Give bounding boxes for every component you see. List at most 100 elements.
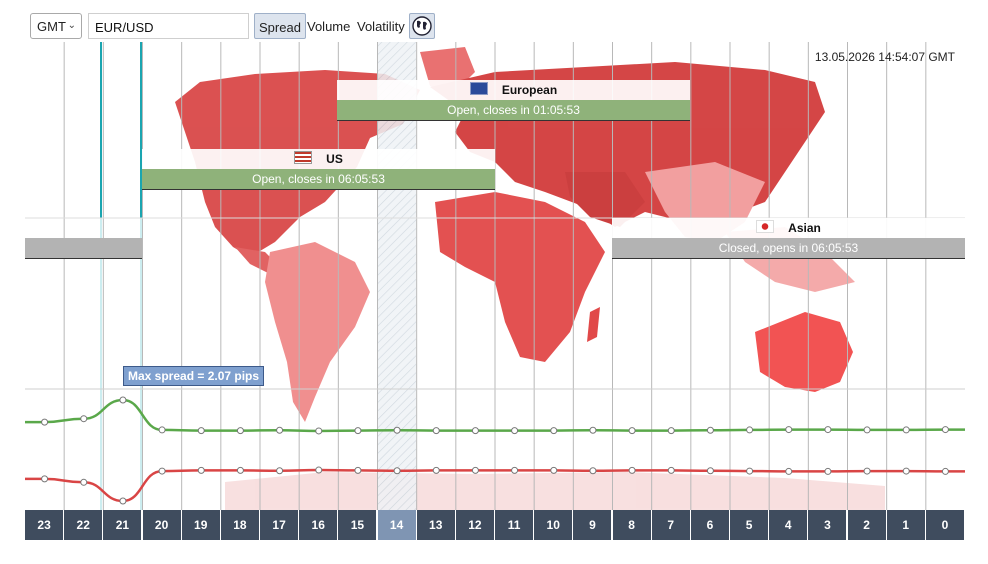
hour-cell-8[interactable]: 8 [612,510,652,540]
eu-flag-icon [469,82,488,95]
us-session-header: US [142,149,495,169]
spread-data-point[interactable] [119,497,127,505]
spread-data-point[interactable] [158,426,166,434]
hour-cell-23[interactable]: 23 [25,510,65,540]
spread-data-point[interactable] [236,427,244,435]
spread-data-point[interactable] [863,467,871,475]
spread-data-point[interactable] [236,466,244,474]
spread-data-point[interactable] [276,467,284,475]
spread-data-point[interactable] [158,467,166,475]
spread-data-point[interactable] [432,466,440,474]
asian-session-status[interactable]: Closed, opens in 06:05:53 [612,238,965,259]
hour-cell-9[interactable]: 9 [573,510,613,540]
asian-session-header: Asian [612,218,965,238]
hour-cell-16[interactable]: 16 [299,510,339,540]
map-antarctica [225,472,885,510]
spread-data-point[interactable] [354,466,362,474]
spread-data-point[interactable] [706,467,714,475]
spread-data-point[interactable] [119,396,127,404]
map-madagascar [587,307,600,342]
spread-data-point[interactable] [511,466,519,474]
spread-data-point[interactable] [746,467,754,475]
current-timestamp: 13.05.2026 14:54:07 GMT [814,50,955,64]
spread-data-point[interactable] [41,475,49,483]
hour-cell-14[interactable]: 14 [377,510,417,540]
spread-data-point[interactable] [471,466,479,474]
european-session-name: European [501,83,558,97]
spread-data-point[interactable] [824,467,832,475]
spread-data-point[interactable] [706,426,714,434]
spread-data-point[interactable] [941,426,949,434]
timezone-value: GMT [37,19,66,34]
spread-data-point[interactable] [902,426,910,434]
japan-flag-icon [756,220,775,233]
volatility-button[interactable]: Volatility [353,13,409,39]
hour-cell-5[interactable]: 5 [730,510,770,540]
us-session-status[interactable]: Open, closes in 06:05:53 [142,169,495,190]
hour-cell-3[interactable]: 3 [808,510,848,540]
hour-cell-20[interactable]: 20 [142,510,182,540]
spread-data-point[interactable] [354,427,362,435]
spread-data-point[interactable] [550,466,558,474]
spread-data-point[interactable] [80,478,88,486]
hour-cell-11[interactable]: 11 [495,510,535,540]
hour-cell-4[interactable]: 4 [769,510,809,540]
spread-data-point[interactable] [393,467,401,475]
hour-cell-15[interactable]: 15 [338,510,378,540]
hour-cell-0[interactable]: 0 [925,510,965,540]
spread-data-point[interactable] [863,426,871,434]
hour-cell-10[interactable]: 10 [534,510,574,540]
toolbar: GMT ⌄ EUR/USD Spread Volume Volatility [30,12,450,40]
spread-data-point[interactable] [315,427,323,435]
spread-data-point[interactable] [785,467,793,475]
globe-toggle-button[interactable] [409,13,435,39]
globe-icon [412,16,432,36]
hour-cell-2[interactable]: 2 [847,510,887,540]
timezone-select[interactable]: GMT ⌄ [30,13,82,39]
hour-cell-17[interactable]: 17 [260,510,300,540]
spread-data-point[interactable] [511,427,519,435]
spread-data-point[interactable] [550,427,558,435]
spread-button[interactable]: Spread [254,13,306,39]
spread-data-point[interactable] [746,426,754,434]
hour-cell-18[interactable]: 18 [220,510,260,540]
spread-data-point[interactable] [197,466,205,474]
hour-cell-19[interactable]: 19 [181,510,221,540]
spread-data-point[interactable] [589,426,597,434]
spread-data-point[interactable] [902,467,910,475]
spread-data-point[interactable] [471,427,479,435]
volume-button[interactable]: Volume [303,13,354,39]
spread-data-point[interactable] [432,427,440,435]
hour-cell-21[interactable]: 21 [103,510,143,540]
asian-session-status-wrap [25,238,142,259]
hour-cell-6[interactable]: 6 [690,510,730,540]
spread-data-point[interactable] [589,467,597,475]
spread-data-point[interactable] [41,418,49,426]
european-session-status[interactable]: Open, closes in 01:05:53 [337,100,690,121]
currency-pair-input[interactable]: EUR/USD [88,13,249,39]
map-south-america [265,242,370,422]
spread-data-point[interactable] [824,426,832,434]
hour-cell-13[interactable]: 13 [416,510,456,540]
spread-data-point[interactable] [197,427,205,435]
spread-data-point[interactable] [80,415,88,423]
asian-session-name: Asian [788,221,821,235]
spread-data-point[interactable] [941,467,949,475]
spread-data-point[interactable] [628,427,636,435]
us-flag-icon [294,151,313,164]
hour-axis: 23 22 21 20 19 18 17 16 15 14 13 12 11 10 9 8 7 6 5 4 3 2 1 0 [25,510,965,540]
spread-data-point[interactable] [628,466,636,474]
hour-cell-22[interactable]: 22 [64,510,104,540]
hour-cell-1[interactable]: 1 [886,510,926,540]
spread-data-point[interactable] [315,466,323,474]
spread-data-point[interactable] [667,427,675,435]
spread-data-point[interactable] [276,426,284,434]
spread-data-point[interactable] [785,426,793,434]
spread-data-point[interactable] [393,426,401,434]
chevron-down-icon: ⌄ [67,20,76,31]
hour-cell-7[interactable]: 7 [651,510,691,540]
max-spread-tooltip: Max spread = 2.07 pips [123,366,265,386]
hour-cell-12[interactable]: 12 [455,510,495,540]
european-session-header: European [337,80,690,100]
spread-data-point[interactable] [667,466,675,474]
